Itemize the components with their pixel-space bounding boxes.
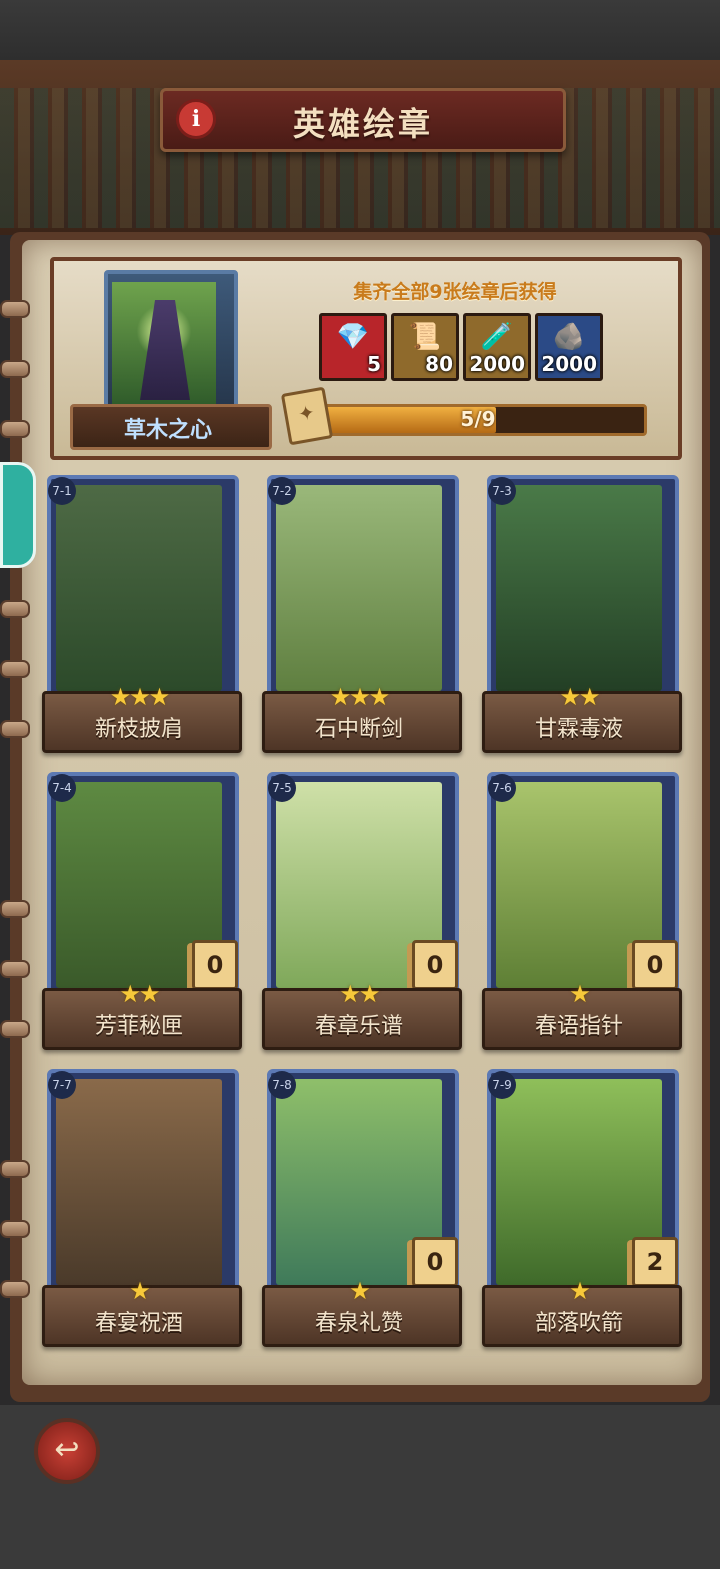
potion-icon: 🧪	[480, 322, 514, 352]
star-rating: ★★	[559, 683, 600, 711]
card-7-9[interactable]: 7-9 2 ★ 部落吹箭	[482, 1069, 682, 1347]
reward-item[interactable]: 🧪 2000	[463, 313, 531, 381]
card-number: 7-5	[268, 774, 296, 802]
reward-qty: 80	[425, 352, 453, 376]
reward-item[interactable]: 💎 5	[319, 313, 387, 381]
card-art	[496, 485, 662, 691]
reward-qty: 2000	[541, 352, 597, 376]
card-7-3[interactable]: 7-3 ★★ 甘霖毒液	[482, 475, 682, 753]
binder-ring	[0, 1280, 30, 1298]
star-rating: ★★	[339, 980, 380, 1008]
card-art	[56, 485, 222, 691]
info-icon[interactable]: i	[176, 99, 216, 139]
card-name: 芳菲秘匣	[94, 1014, 183, 1039]
card-name: 部落吹箭	[534, 1311, 623, 1336]
reward-item[interactable]: 📜 80	[391, 313, 459, 381]
card-number: 7-1	[48, 477, 76, 505]
ore-icon: 🪨	[552, 322, 586, 352]
card-number: 7-4	[48, 774, 76, 802]
star-rating: ★★★	[109, 683, 171, 711]
gem-pile-icon: 💎	[336, 322, 370, 352]
reward-qty: 2000	[469, 352, 525, 376]
card-name: 春章乐谱	[314, 1014, 403, 1039]
side-tab-button[interactable]	[0, 462, 36, 568]
card-7-5[interactable]: 7-5 0 ★★ 春章乐谱	[262, 772, 462, 1050]
binder-ring	[0, 1160, 30, 1178]
binder-ring	[0, 720, 30, 738]
card-name: 春语指针	[534, 1014, 623, 1039]
card-7-2[interactable]: 7-2 ★★★ 石中断剑	[262, 475, 462, 753]
card-7-6[interactable]: 7-6 0 ★ 春语指针	[482, 772, 682, 1050]
card-7-8[interactable]: 7-8 0 ★ 春泉礼赞	[262, 1069, 462, 1347]
star-rating: ★	[349, 1277, 371, 1305]
bottom-bar	[0, 1405, 720, 1569]
card-number: 7-2	[268, 477, 296, 505]
card-number: 7-6	[488, 774, 516, 802]
binder-ring	[0, 960, 30, 978]
collection-progress-text: 5/9	[460, 407, 496, 431]
card-name: 新枝披肩	[94, 717, 183, 742]
title-banner: 英雄绘章	[160, 88, 566, 152]
card-number: 7-3	[488, 477, 516, 505]
card-art	[276, 485, 442, 691]
star-rating: ★★	[119, 980, 160, 1008]
star-rating: ★★★	[329, 683, 391, 711]
reward-item[interactable]: 🪨 2000	[535, 313, 603, 381]
scroll-icon: 📜	[408, 322, 442, 352]
card-7-1[interactable]: 7-1 ★★★ 新枝披肩	[42, 475, 242, 753]
card-name: 石中断剑	[314, 717, 403, 742]
card-number: 7-7	[48, 1071, 76, 1099]
card-7-4[interactable]: 7-4 0 ★★ 芳菲秘匣	[42, 772, 242, 1050]
binder-ring	[0, 660, 30, 678]
card-name: 春泉礼赞	[314, 1311, 403, 1336]
card-name: 春宴祝酒	[94, 1311, 183, 1336]
card-icon	[280, 386, 334, 446]
binder-ring	[0, 900, 30, 918]
card-number: 7-8	[268, 1071, 296, 1099]
binder-ring	[0, 1020, 30, 1038]
star-rating: ★	[129, 1277, 151, 1305]
reward-qty: 5	[367, 352, 381, 376]
card-number: 7-9	[488, 1071, 516, 1099]
binder-ring	[0, 360, 30, 378]
binder-ring	[0, 1220, 30, 1238]
card-name: 甘霖毒液	[534, 717, 623, 742]
binder-ring	[0, 600, 30, 618]
card-7-7[interactable]: 7-7 ★ 春宴祝酒	[42, 1069, 242, 1347]
page-title: 英雄绘章	[292, 105, 433, 143]
star-rating: ★	[569, 980, 591, 1008]
binder-ring	[0, 300, 30, 318]
reward-title: 集齐全部9张绘章后获得	[353, 281, 557, 303]
set-name: 草木之心	[123, 418, 212, 443]
binder-ring	[0, 420, 30, 438]
star-rating: ★	[569, 1277, 591, 1305]
back-button[interactable]: ↩	[34, 1418, 100, 1484]
top-status-area	[0, 0, 720, 60]
card-art	[56, 1079, 222, 1285]
